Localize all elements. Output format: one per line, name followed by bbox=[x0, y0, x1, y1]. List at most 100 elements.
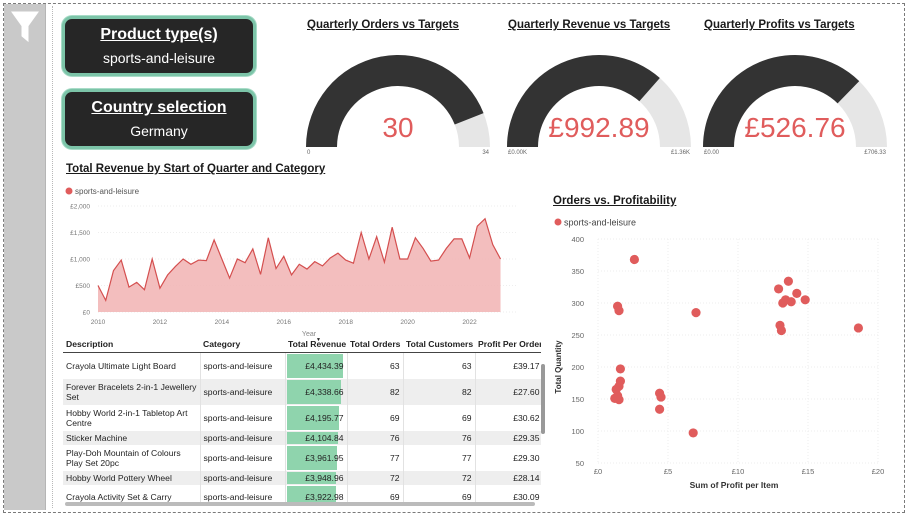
cell-total-customers: 69 bbox=[403, 404, 476, 431]
scatter-point[interactable] bbox=[786, 297, 796, 307]
y-axis-title: Total Quantity bbox=[554, 340, 563, 394]
scatter-point[interactable] bbox=[655, 404, 665, 414]
cell-total-orders: 63 bbox=[347, 352, 404, 379]
scatter-point[interactable] bbox=[614, 395, 624, 405]
x-tick-label: £10 bbox=[732, 467, 745, 476]
y-tick-label: 250 bbox=[571, 331, 584, 340]
scatter-point[interactable] bbox=[853, 323, 863, 333]
cell-profit-per-order: £27.60 bbox=[475, 378, 541, 405]
slicer-value[interactable]: Germany bbox=[65, 123, 253, 139]
scatter-point[interactable] bbox=[614, 306, 624, 316]
scatter-point[interactable] bbox=[800, 295, 810, 305]
scatter-point[interactable] bbox=[629, 254, 639, 265]
y-tick-label: 100 bbox=[571, 427, 584, 436]
cell-value: £4,434.39 bbox=[305, 360, 344, 371]
product-type-slicer[interactable]: Product type(s) sports-and-leisure bbox=[62, 16, 256, 76]
scatter-point[interactable] bbox=[656, 392, 666, 402]
x-tick-label: 2018 bbox=[338, 319, 353, 326]
slicer-value[interactable]: sports-and-leisure bbox=[65, 50, 253, 66]
orders-gauge-title: Quarterly Orders vs Targets bbox=[307, 19, 459, 31]
gauge-value: £526.76 bbox=[744, 112, 846, 143]
cell-total-orders: 69 bbox=[347, 404, 404, 431]
table-row[interactable]: Forever Bracelets 2-in-1 Jewellery Set sp… bbox=[63, 378, 541, 405]
scatter-point[interactable] bbox=[792, 288, 802, 298]
x-axis-ticks: 2010 2012 2014 2016 2018 2020 2022 bbox=[91, 319, 477, 326]
cell-total-revenue: £4,338.66 bbox=[285, 378, 348, 405]
cell-total-orders: 77 bbox=[347, 444, 404, 471]
scrollbar-thumb[interactable] bbox=[541, 364, 545, 434]
col-header-description[interactable]: Description bbox=[63, 336, 200, 353]
cell-description: Sticker Machine bbox=[63, 430, 201, 445]
gauge-max: £1.36K bbox=[670, 150, 690, 156]
revenue-chart-title: Total Revenue by Start of Quarter and Ca… bbox=[66, 163, 326, 175]
x-tick-label: £15 bbox=[802, 467, 815, 476]
table-row[interactable]: Crayola Ultimate Light Board sports-and-l… bbox=[63, 352, 541, 379]
scatter-point[interactable] bbox=[688, 428, 698, 438]
gauge-value: 30 bbox=[382, 112, 414, 143]
gauge-max: £706.33 bbox=[864, 150, 886, 156]
table-horizontal-scrollbar[interactable] bbox=[65, 502, 535, 506]
scatter-point[interactable] bbox=[774, 284, 784, 294]
x-tick-label: 2016 bbox=[277, 319, 292, 326]
cell-total-customers: 72 bbox=[403, 470, 476, 485]
col-header-profit-per-order[interactable]: Profit Per Order bbox=[475, 336, 541, 353]
cell-category: sports-and-leisure bbox=[200, 404, 286, 431]
y-tick-label: £1,500 bbox=[70, 230, 90, 237]
revenue-gauge-title: Quarterly Revenue vs Targets bbox=[508, 19, 671, 31]
col-header-total-revenue[interactable]: Total Revenue ▼ bbox=[285, 336, 347, 353]
table-row[interactable]: Hobby World 2-in-1 Tabletop Art Centre sp… bbox=[63, 404, 541, 431]
gauge-min: £0.00 bbox=[704, 150, 720, 156]
x-axis-ticks: £0 £5 £10 £15 £20 bbox=[594, 467, 884, 476]
revenue-area-chart[interactable]: sports-and-leisure 2010 2012 2014 2016 2018 2… bbox=[60, 182, 526, 340]
cell-value: £3,948.96 bbox=[305, 472, 344, 483]
scatter-point[interactable] bbox=[776, 325, 786, 336]
table-row[interactable]: Sticker Machine sports-and-leisure £4,104.… bbox=[63, 430, 541, 445]
scatter-point[interactable] bbox=[615, 364, 625, 374]
col-header-total-orders[interactable]: Total Orders bbox=[347, 336, 403, 353]
y-tick-label: £2,000 bbox=[70, 204, 90, 211]
cell-total-customers: 77 bbox=[403, 444, 476, 471]
slicer-title: Product type(s) bbox=[100, 26, 218, 43]
cell-category: sports-and-leisure bbox=[200, 430, 286, 445]
orders-profit-scatter[interactable]: sports-and-leisure £0 £5 £10 £15 £20 50 100 15… bbox=[548, 212, 888, 496]
y-tick-label: £0 bbox=[83, 310, 91, 317]
cell-total-revenue: £4,104.84 bbox=[285, 430, 348, 445]
products-table[interactable]: Description Category Total Revenue ▼ Tota… bbox=[63, 336, 541, 504]
cell-category: sports-and-leisure bbox=[200, 470, 286, 485]
revenue-gauge[interactable]: £992.89 £0.00K £1.36K bbox=[506, 52, 692, 156]
table-row[interactable]: Hobby World Pottery Wheel sports-and-leis… bbox=[63, 470, 541, 485]
chart-grid bbox=[597, 238, 879, 464]
cell-profit-per-order: £30.62 bbox=[475, 404, 541, 431]
legend-marker bbox=[65, 187, 73, 195]
cell-total-customers: 63 bbox=[403, 352, 476, 379]
cell-description: Forever Bracelets 2-in-1 Jewellery Set bbox=[63, 378, 201, 405]
cell-category: sports-and-leisure bbox=[200, 444, 286, 471]
y-tick-label: 50 bbox=[576, 459, 584, 468]
scatter-point[interactable] bbox=[783, 276, 793, 286]
funnel-icon[interactable] bbox=[10, 10, 40, 44]
profits-gauge[interactable]: £526.76 £0.00 £706.33 bbox=[702, 52, 888, 156]
scatter-point[interactable] bbox=[691, 308, 701, 318]
cell-value: £3,961.95 bbox=[305, 452, 344, 463]
profits-gauge-title: Quarterly Profits vs Targets bbox=[704, 19, 855, 31]
cell-category: sports-and-leisure bbox=[200, 378, 286, 405]
x-tick-label: £5 bbox=[664, 467, 672, 476]
col-header-category[interactable]: Category bbox=[200, 336, 285, 353]
x-tick-label: 2014 bbox=[215, 319, 230, 326]
x-tick-label: £0 bbox=[594, 467, 602, 476]
table-header-row: Description Category Total Revenue ▼ Tota… bbox=[63, 336, 541, 353]
col-header-total-customers[interactable]: Total Customers bbox=[403, 336, 475, 353]
table-row[interactable]: Play-Doh Mountain of Colours Play Set 20… bbox=[63, 444, 541, 471]
cell-description: Crayola Ultimate Light Board bbox=[63, 352, 201, 379]
orders-gauge[interactable]: 30 0 34 bbox=[305, 52, 491, 156]
country-slicer[interactable]: Country selection Germany bbox=[62, 89, 256, 149]
cell-value: £4,338.66 bbox=[305, 386, 344, 397]
gauge-max: 34 bbox=[482, 150, 489, 156]
cell-total-revenue: £4,195.77 bbox=[285, 404, 348, 431]
cell-category: sports-and-leisure bbox=[200, 352, 286, 379]
y-tick-label: £500 bbox=[76, 283, 91, 290]
legend-marker bbox=[554, 218, 562, 226]
filter-pane-collapsed[interactable] bbox=[4, 4, 46, 510]
table-vertical-scrollbar[interactable] bbox=[540, 336, 546, 504]
cell-profit-per-order: £39.17 bbox=[475, 352, 541, 379]
